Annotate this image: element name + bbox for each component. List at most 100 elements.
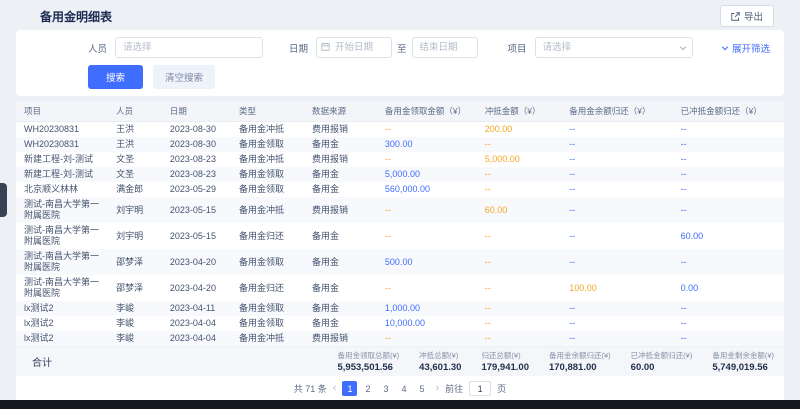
project-filter-input[interactable] [535,37,693,58]
date-filter-label: 日期 [289,41,308,55]
summary-stat-value: 170,881.00 [549,362,611,373]
filter-row: 人员 日期 至 项目 [30,37,770,58]
person-cell: 满金郎 [108,182,162,197]
amount-cell: -- [477,137,561,152]
project-cell: 新建工程-刘-测试 [16,167,108,182]
expand-filters-label: 展开筛选 [732,41,770,55]
end-date-input[interactable] [412,37,478,58]
amount-cell: 10,000.00 [377,316,477,331]
type-cell: 备用金领取 [231,182,304,197]
amount-cell: -- [561,249,672,275]
amount-cell: -- [561,137,672,152]
project-cell: 北京顺义林林 [16,182,108,197]
prev-page-button[interactable]: ‹ [333,383,337,394]
page-button[interactable]: 5 [414,381,429,396]
summary-stat-value: 179,941.00 [481,362,529,373]
amount-cell: -- [673,167,784,182]
summary-stat: 备用金领取总额(¥)5,953,501.56 [338,350,400,373]
petty-cash-table: 项目人员日期类型数据来源备用金领取金额（¥）冲抵金额（¥）备用金余额归还（¥）已… [16,101,784,346]
amount-cell: -- [477,182,561,197]
next-page-button[interactable]: › [435,383,439,394]
table-row: 测试-南昌大学第一附属医院刘宇明2023-05-15备用金归还备用金------… [16,223,784,249]
summary-stat: 备用金余额归还(¥)170,881.00 [549,350,611,373]
person-cell: 文圣 [108,167,162,182]
source-cell: 备用金 [304,249,377,275]
amount-cell: -- [477,275,561,301]
amount-cell: -- [477,301,561,316]
table-row: 测试-南昌大学第一附属医院邵梦泽2023-04-20备用金归还备用金----10… [16,275,784,301]
person-filter-input[interactable] [115,37,263,58]
project-cell: lx测试2 [16,316,108,331]
goto-label-prefix: 前往 [445,382,463,395]
goto-label-suffix: 页 [497,382,506,395]
column-header: 备用金余额归还（¥） [561,101,672,122]
summary-stats: 备用金领取总额(¥)5,953,501.56冲抵总额(¥)43,601.30归还… [338,350,775,373]
type-cell: 备用金冲抵 [231,331,304,346]
amount-cell: -- [377,331,477,346]
table-row: lx测试2李峻2023-04-11备用金领取备用金1,000.00------ [16,301,784,316]
amount-cell: 5,000.00 [477,152,561,167]
amount-cell: -- [673,301,784,316]
date-cell: 2023-08-30 [162,137,231,152]
page-button[interactable]: 3 [378,381,393,396]
pagination-pages: 12345 [342,381,429,396]
person-cell: 刘宇明 [108,223,162,249]
calendar-icon [321,42,330,54]
project-cell: 测试-南昌大学第一附属医院 [16,249,108,275]
project-filter-select[interactable] [535,37,693,58]
petty-cash-detail-page: 备用金明细表 导出 人员 日期 [0,0,800,409]
project-cell: WH20230831 [16,122,108,138]
topbar: 备用金明细表 导出 [0,0,800,30]
summary-stat-title: 已冲抵金额归还(¥) [631,350,693,361]
project-cell: lx测试2 [16,331,108,346]
amount-cell: -- [561,167,672,182]
expand-filters-link[interactable]: 展开筛选 [721,41,770,55]
filter-panel: 人员 日期 至 项目 [16,30,784,96]
column-header: 备用金领取金额（¥） [377,101,477,122]
project-cell: 测试-南昌大学第一附属医院 [16,223,108,249]
amount-cell: -- [377,275,477,301]
page-button[interactable]: 1 [342,381,357,396]
type-cell: 备用金领取 [231,249,304,275]
page-button[interactable]: 2 [360,381,375,396]
amount-cell: -- [477,223,561,249]
export-label: 导出 [744,9,763,23]
column-header: 数据来源 [304,101,377,122]
type-cell: 备用金归还 [231,223,304,249]
column-header: 已冲抵金额归还（¥） [673,101,784,122]
type-cell: 备用金领取 [231,137,304,152]
type-cell: 备用金领取 [231,167,304,182]
summary-stat: 归还总额(¥)179,941.00 [481,350,529,373]
pagination-total: 共 71 条 [294,382,327,395]
date-cell: 2023-04-11 [162,301,231,316]
person-cell: 李峻 [108,316,162,331]
clear-search-button[interactable]: 清空搜索 [153,65,215,89]
amount-cell: -- [561,316,672,331]
export-button[interactable]: 导出 [720,5,774,27]
table-row: 测试-南昌大学第一附属医院刘宇明2023-05-15备用金冲抵费用报销--60.… [16,197,784,223]
drawer-handle[interactable] [0,183,7,217]
table-row: lx测试2李峻2023-04-04备用金冲抵费用报销-------- [16,331,784,346]
summary-stat-value: 60.00 [631,362,693,373]
chevron-down-icon [721,44,729,52]
filter-actions: 搜索 清空搜索 [30,65,770,89]
amount-cell: -- [377,122,477,138]
chevron-down-icon [679,44,687,55]
column-header: 冲抵金额（¥） [477,101,561,122]
date-cell: 2023-04-20 [162,275,231,301]
summary-stat-value: 5,953,501.56 [338,362,400,373]
search-button[interactable]: 搜索 [88,65,143,89]
type-cell: 备用金领取 [231,301,304,316]
amount-cell: -- [477,316,561,331]
project-cell: 测试-南昌大学第一附属医院 [16,275,108,301]
source-cell: 备用金 [304,137,377,152]
goto-page-input[interactable] [469,381,491,396]
page-button[interactable]: 4 [396,381,411,396]
table-header-row: 项目人员日期类型数据来源备用金领取金额（¥）冲抵金额（¥）备用金余额归还（¥）已… [16,101,784,122]
amount-cell: 60.00 [477,197,561,223]
person-cell: 邵梦泽 [108,249,162,275]
date-cell: 2023-04-04 [162,331,231,346]
amount-cell: -- [377,197,477,223]
person-cell: 刘宇明 [108,197,162,223]
amount-cell: -- [673,152,784,167]
